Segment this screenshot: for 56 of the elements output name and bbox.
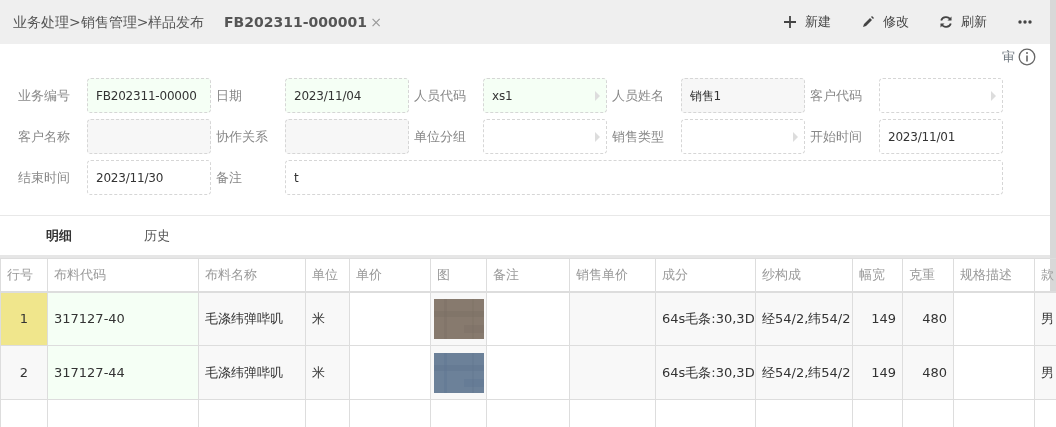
input-field[interactable]: t bbox=[285, 160, 1003, 195]
lookup-field[interactable] bbox=[681, 119, 805, 154]
caret-icon bbox=[595, 90, 600, 101]
row-number[interactable]: 1 bbox=[0, 291, 48, 346]
input-field[interactable]: 2023/11/04 bbox=[285, 78, 409, 113]
field-label: 结束时间 bbox=[18, 168, 71, 187]
field-label: 客户代码 bbox=[810, 86, 863, 105]
input-field[interactable]: FB202311-00000 bbox=[87, 78, 211, 113]
detail-tab[interactable]: 历史 bbox=[144, 225, 170, 246]
caret-icon bbox=[991, 90, 996, 101]
table-cell: 米 bbox=[305, 291, 350, 346]
table-cell: 64s毛条:30,3D bbox=[655, 345, 756, 400]
detail-tab[interactable]: 明细 bbox=[46, 225, 72, 246]
field-label: 协作关系 bbox=[216, 127, 269, 146]
table-cell: 经54/2,纬54/2 bbox=[755, 291, 853, 346]
table-cell: 经54/2,纬54/2 bbox=[755, 345, 853, 400]
input-field[interactable]: 销售1 bbox=[681, 78, 805, 113]
lookup-field[interactable] bbox=[879, 78, 1003, 113]
input-field[interactable] bbox=[285, 119, 409, 154]
field-label: 业务编号 bbox=[18, 86, 71, 105]
field-label: 日期 bbox=[216, 86, 243, 105]
edit-button[interactable]: 修改 bbox=[857, 10, 913, 34]
refresh-button[interactable]: 刷新 bbox=[935, 10, 991, 34]
lookup-field[interactable]: xs1 bbox=[483, 78, 607, 113]
pencil-icon bbox=[861, 15, 875, 29]
lookup-field[interactable] bbox=[483, 119, 607, 154]
field-label: 人员代码 bbox=[414, 86, 467, 105]
new-button[interactable]: 新建 bbox=[779, 10, 835, 34]
audit-label: 审 bbox=[1001, 48, 1015, 67]
field-label: 人员姓名 bbox=[612, 86, 665, 105]
table-cell: 480 bbox=[902, 291, 954, 346]
table-cell: 米 bbox=[305, 345, 350, 400]
field-label: 备注 bbox=[216, 168, 243, 187]
table-cell: 149 bbox=[852, 345, 903, 400]
breadcrumb: 业务处理>销售管理>样品发布 bbox=[13, 12, 205, 32]
plus-icon bbox=[783, 15, 797, 29]
table-cell: 317127-44 bbox=[47, 345, 199, 400]
table-cell: 毛涤纬弹哔叽 bbox=[198, 345, 306, 400]
table-cell: 毛涤纬弹哔叽 bbox=[198, 291, 306, 346]
field-label: 开始时间 bbox=[810, 127, 863, 146]
caret-icon bbox=[595, 131, 600, 142]
document-tab[interactable]: FB202311-000001 bbox=[223, 11, 367, 33]
caret-icon bbox=[793, 131, 798, 142]
refresh-icon bbox=[939, 15, 953, 29]
input-field[interactable]: 2023/11/01 bbox=[879, 119, 1003, 154]
input-field[interactable] bbox=[87, 119, 211, 154]
table-cell: 480 bbox=[902, 345, 954, 400]
input-field[interactable]: 2023/11/30 bbox=[87, 160, 211, 195]
table-cell: 317127-40 bbox=[47, 291, 199, 346]
info-icon bbox=[1018, 48, 1036, 66]
table-cell: 149 bbox=[852, 291, 903, 346]
row-number[interactable]: 2 bbox=[0, 345, 48, 400]
field-label: 销售类型 bbox=[612, 127, 665, 146]
field-label: 单位分组 bbox=[414, 127, 467, 146]
table-cell: 64s毛条:30,3D bbox=[655, 291, 756, 346]
field-label: 客户名称 bbox=[18, 127, 71, 146]
